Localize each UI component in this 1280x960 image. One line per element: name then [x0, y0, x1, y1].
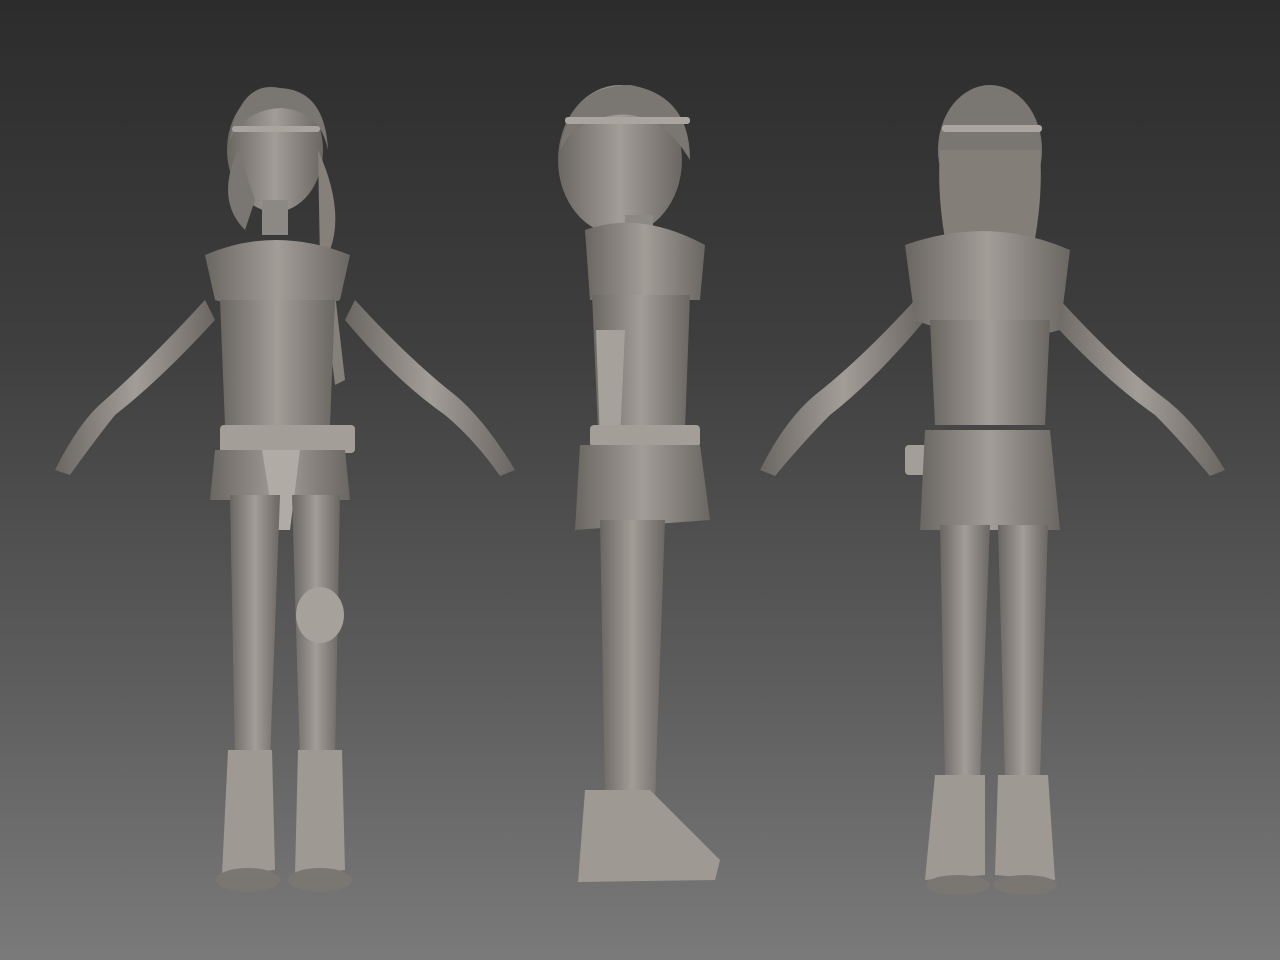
- model-turnaround: [55, 85, 1225, 895]
- figure-side-view: [558, 85, 720, 882]
- figure-front-view: [55, 87, 515, 892]
- sculpt-viewport: [0, 0, 1280, 960]
- figure-back-view: [760, 85, 1225, 895]
